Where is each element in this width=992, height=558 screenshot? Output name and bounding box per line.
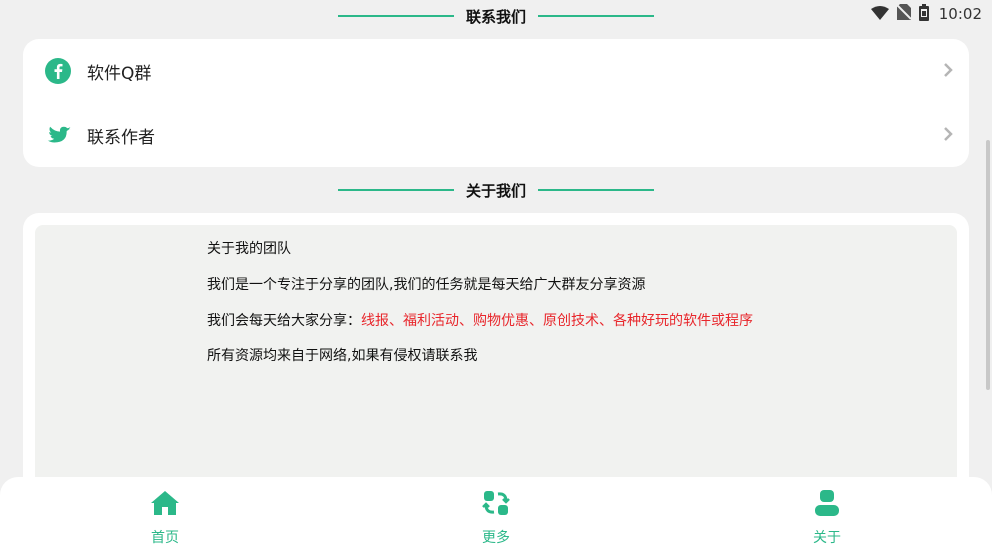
nav-label: 关于 <box>813 530 841 546</box>
home-icon <box>150 489 180 521</box>
twitter-icon <box>44 121 72 149</box>
contact-item-author[interactable]: 联系作者 <box>23 103 969 167</box>
facebook-icon <box>44 57 72 85</box>
title-line-right <box>538 15 654 17</box>
chevron-right-icon <box>943 126 953 146</box>
about-mission: 我们是一个专注于分享的团队,我们的任务就是每天给广大群友分享资源 <box>207 277 646 293</box>
scrollbar-thumb[interactable] <box>986 140 990 390</box>
contact-item-label: 软件Q群 <box>87 63 152 84</box>
nav-item-home[interactable]: 首页 <box>125 489 205 549</box>
about-team-heading: 关于我的团队 <box>207 241 291 257</box>
contact-section-title: 联系我们 <box>0 4 992 28</box>
contact-title-text: 联系我们 <box>465 7 526 26</box>
about-share-line: 我们会每天给大家分享：线报、福利活动、购物优惠、原创技术、各种好玩的软件或程序 <box>207 310 753 330</box>
about-disclaimer: 所有资源均来自于网络,如果有侵权请联系我 <box>207 348 478 364</box>
nav-label: 首页 <box>151 530 179 546</box>
chevron-right-icon <box>943 62 953 82</box>
about-content: 关于我的团队 我们是一个专注于分享的团队,我们的任务就是每天给广大群友分享资源 … <box>35 225 957 513</box>
about-share-prefix: 我们会每天给大家分享： <box>207 313 361 329</box>
contact-item-qq-group[interactable]: 软件Q群 <box>23 39 969 103</box>
about-card: 关于我的团队 我们是一个专注于分享的团队,我们的任务就是每天给广大群友分享资源 … <box>23 213 969 513</box>
title-line-left <box>337 15 454 17</box>
user-icon <box>813 489 841 521</box>
nav-item-about[interactable]: 关于 <box>787 489 867 549</box>
title-line-left <box>337 189 454 191</box>
bottom-nav: 首页 更多 关于 <box>0 477 992 558</box>
title-line-right <box>538 189 654 191</box>
nav-item-more[interactable]: 更多 <box>456 489 536 549</box>
more-icon <box>482 489 510 521</box>
contact-card: 软件Q群 联系作者 <box>23 39 969 167</box>
nav-label: 更多 <box>482 530 510 546</box>
contact-item-label: 联系作者 <box>87 127 155 148</box>
about-section-title: 关于我们 <box>0 178 992 202</box>
about-title-text: 关于我们 <box>465 181 526 200</box>
about-share-highlight: 线报、福利活动、购物优惠、原创技术、各种好玩的软件或程序 <box>361 313 753 329</box>
